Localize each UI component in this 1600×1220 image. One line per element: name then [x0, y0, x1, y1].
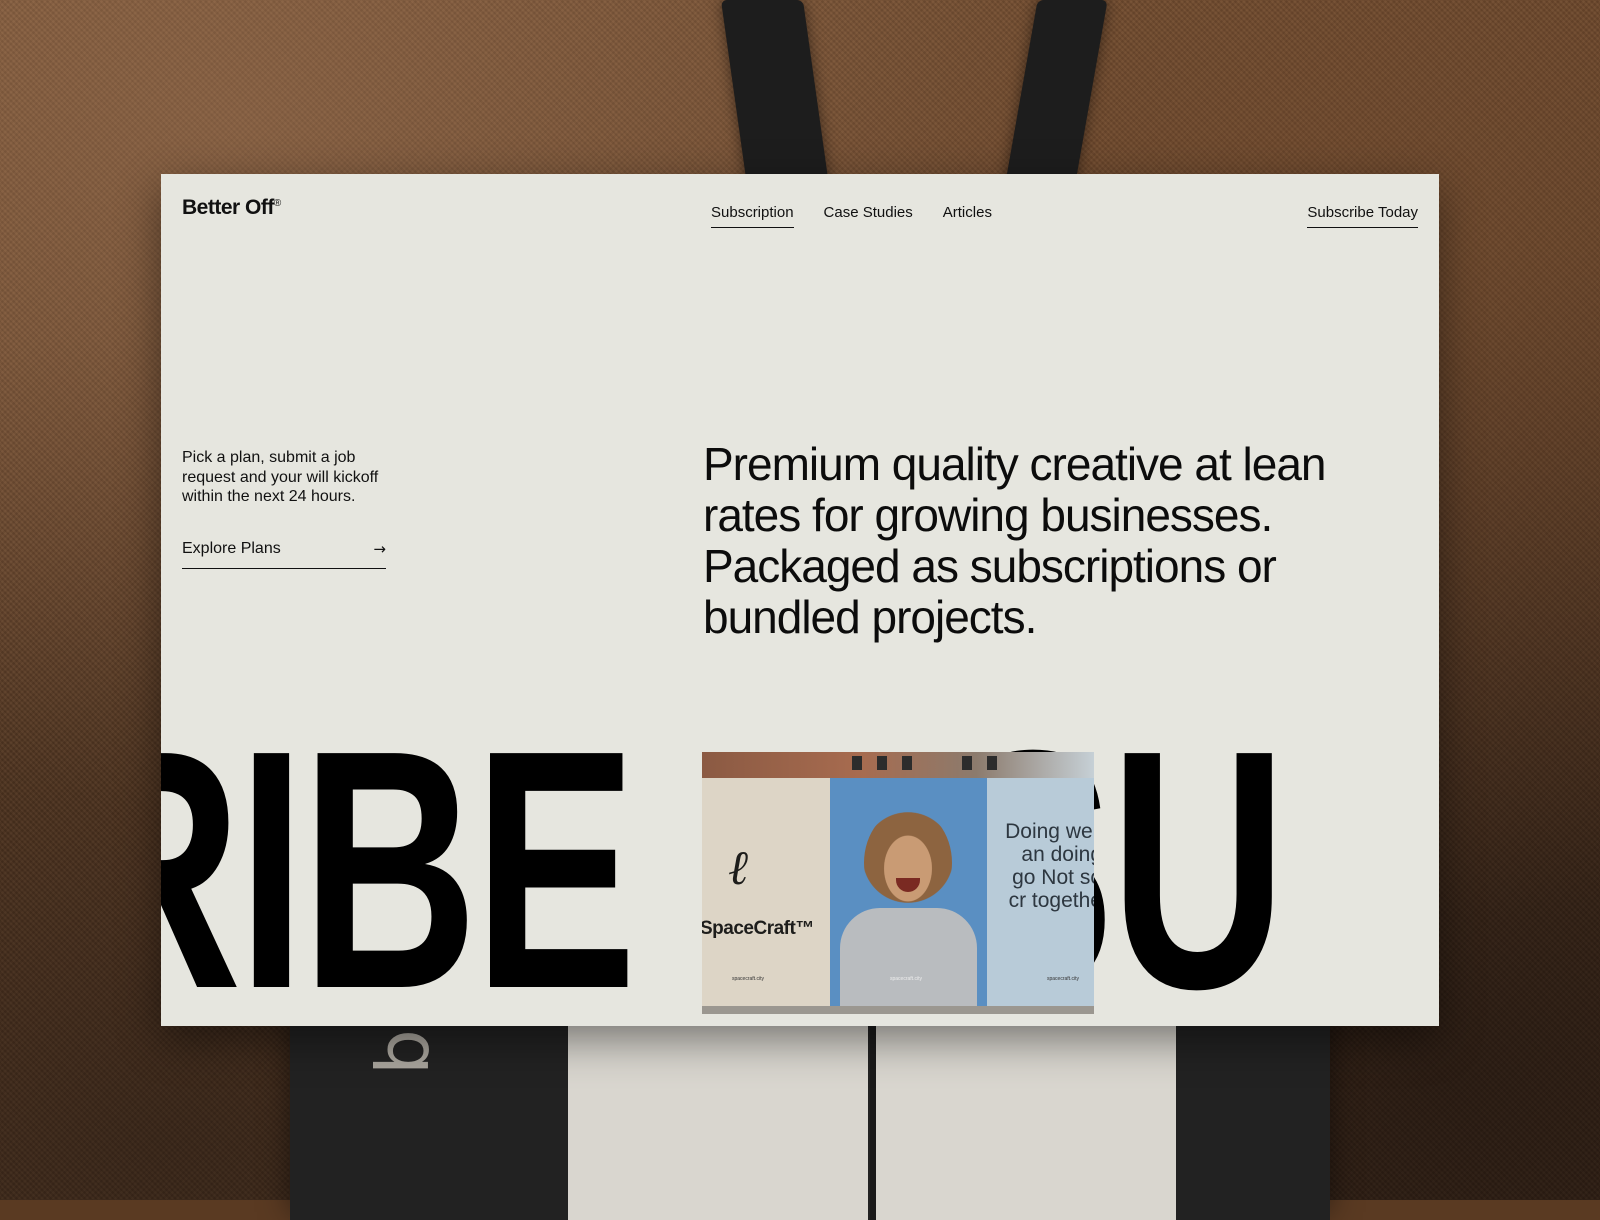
window	[987, 756, 997, 770]
intro-text: Pick a plan, submit a job request and yo…	[182, 449, 379, 505]
billboard-quote: Doing well an doing go Not so cr togethe	[1005, 820, 1094, 912]
spacecraft-url: spacecraft.city	[890, 976, 922, 982]
billboard-panel-portrait: spacecraft.city	[830, 778, 987, 1008]
nav-item-subscription[interactable]: Subscription	[711, 204, 794, 228]
spacecraft-brand-name: SpaceCraft™	[702, 918, 814, 939]
website-screen: Better Off® Subscription Case Studies Ar…	[161, 174, 1439, 1026]
window	[877, 756, 887, 770]
registered-mark: ®	[273, 198, 281, 209]
brand-logo[interactable]: Better Off®	[182, 196, 281, 220]
building-backdrop	[702, 752, 1094, 778]
spacecraft-logo-icon: ℓ	[728, 840, 748, 896]
sidewalk	[702, 1006, 1094, 1014]
window	[902, 756, 912, 770]
nav-item-case-studies[interactable]: Case Studies	[824, 204, 913, 228]
explore-plans-link[interactable]: Explore Plans →	[182, 540, 386, 569]
person-portrait	[864, 808, 952, 918]
subscribe-today-link[interactable]: Subscribe Today	[1307, 204, 1418, 228]
spacecraft-url: spacecraft.city	[732, 976, 764, 982]
window	[852, 756, 862, 770]
arrow-right-icon: →	[373, 540, 386, 558]
nav-item-articles[interactable]: Articles	[943, 204, 992, 228]
billboard-panel-logo: ℓ SpaceCraft™ spacecraft.city	[702, 778, 830, 1006]
hero-headline: Premium quality creative at lean rates f…	[703, 438, 1327, 643]
billboard-panel-quote: Doing well an doing go Not so cr togethe…	[987, 778, 1094, 1006]
billboard-image: ℓ SpaceCraft™ spacecraft.city spacecraft…	[702, 752, 1094, 1014]
explore-plans-label: Explore Plans	[182, 540, 281, 557]
bag-logo-mark: b	[360, 1029, 445, 1075]
person-hoodie	[840, 908, 977, 1008]
main-nav: Subscription Case Studies Articles	[711, 204, 992, 228]
spacecraft-url: spacecraft.city	[1047, 976, 1079, 982]
brand-name: Better Off	[182, 196, 274, 219]
marquee-text-left: RIBE	[161, 680, 637, 1026]
window	[962, 756, 972, 770]
